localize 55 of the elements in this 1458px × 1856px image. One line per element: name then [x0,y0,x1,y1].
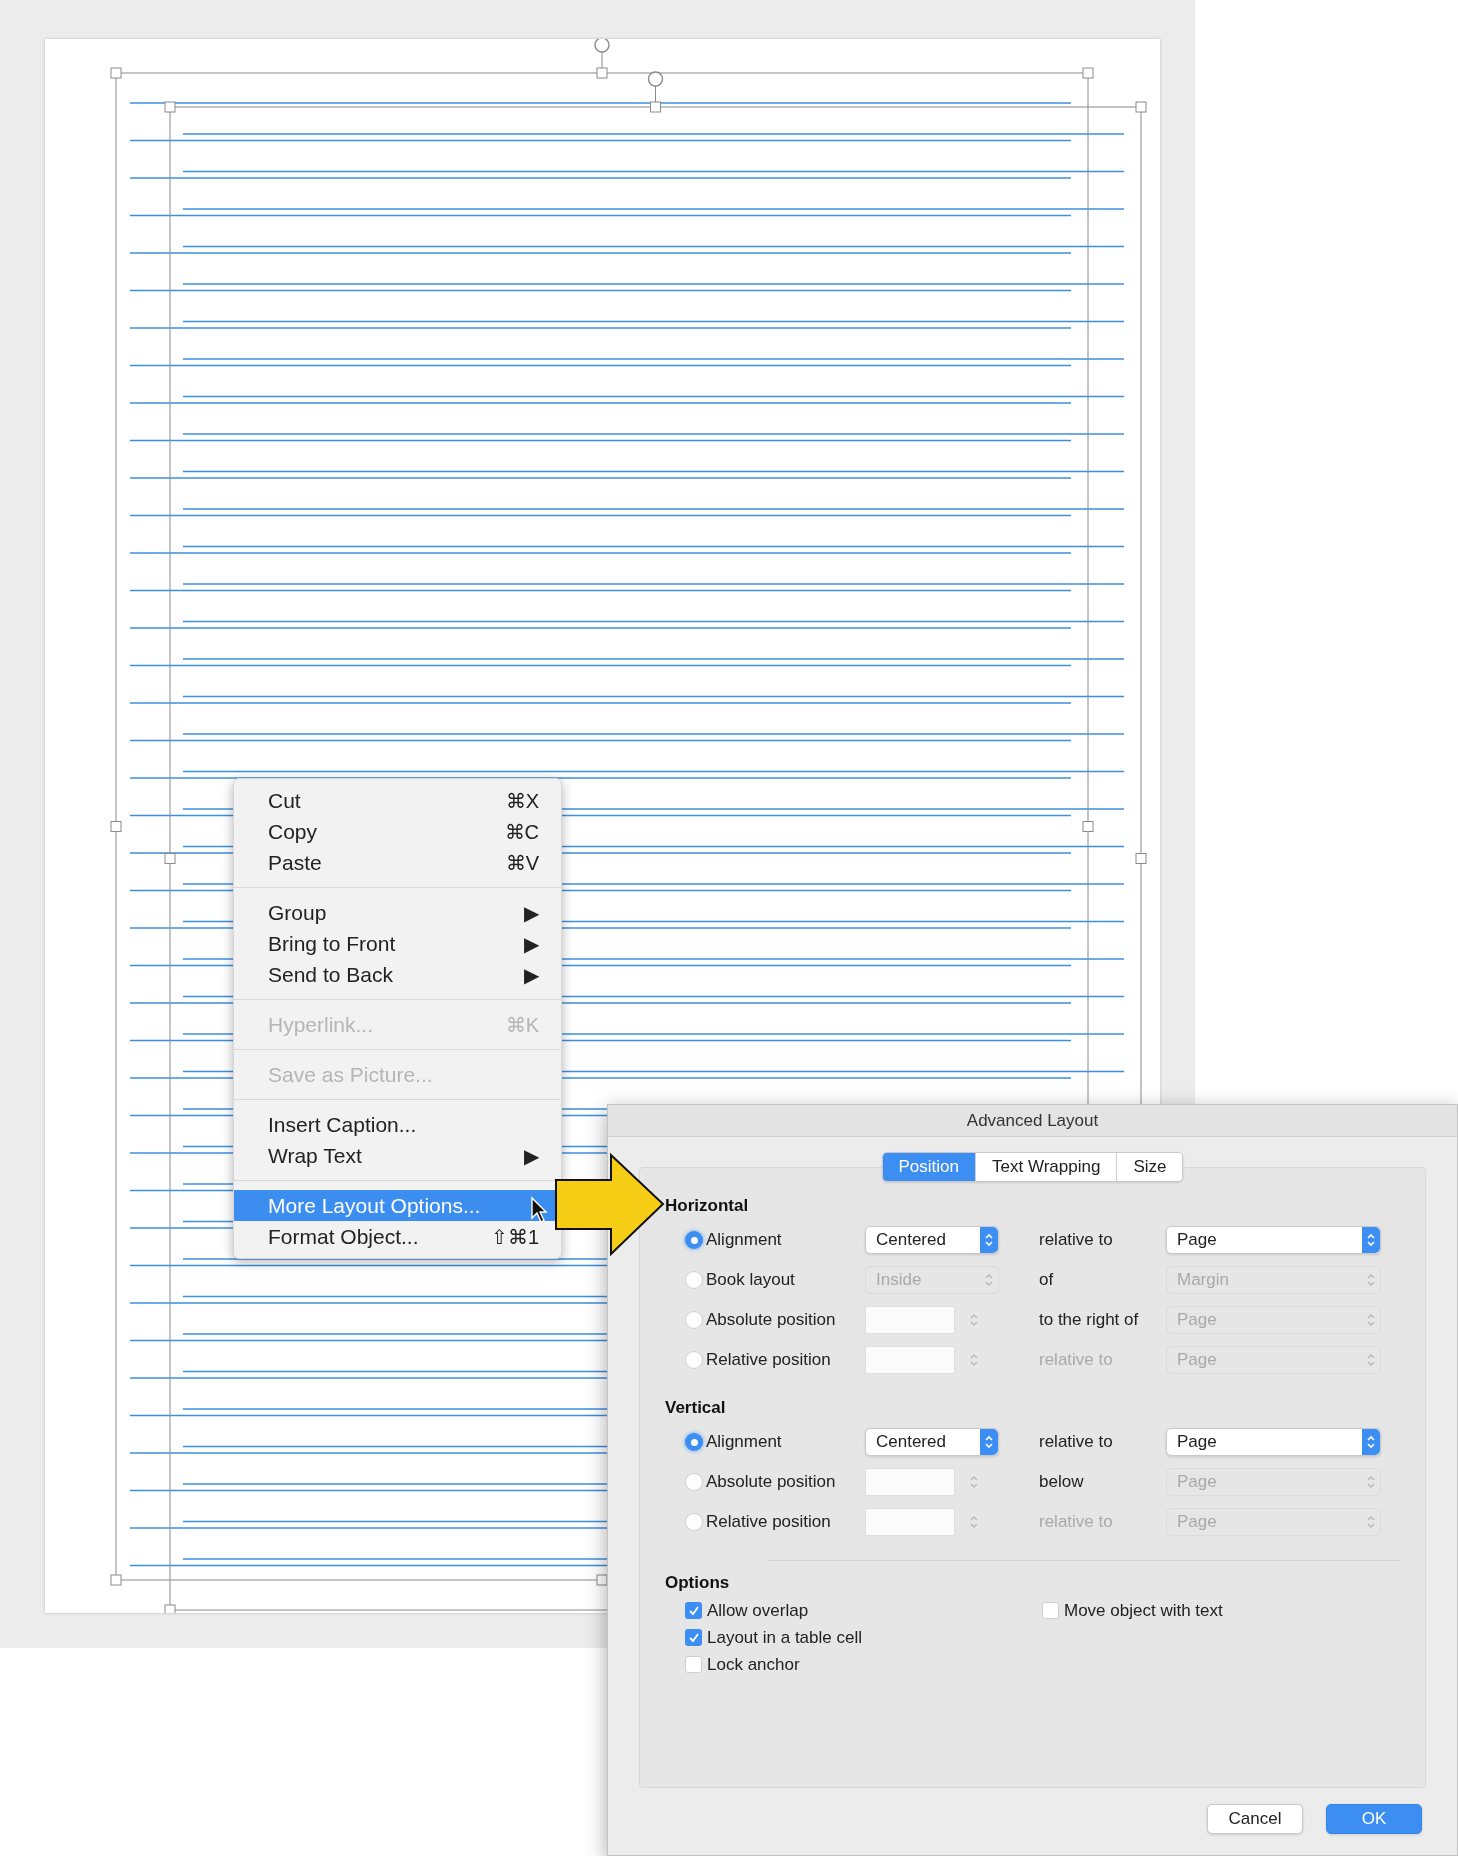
dropdown[interactable]: Centered [865,1428,999,1456]
option-label: Absolute position [706,1471,836,1494]
tab[interactable]: Text Wrapping [975,1153,1117,1181]
checkbox-label: Lock anchor [707,1653,800,1676]
option-label: Relative position [706,1349,831,1372]
option-label: Book layout [706,1269,795,1292]
tab[interactable]: Size [1116,1153,1183,1181]
relation-label: to the right of [1039,1309,1140,1332]
option-label: Absolute position [706,1309,836,1332]
radio-button[interactable] [685,1351,703,1369]
menu-item[interactable]: Format Object... ⇧⌘1 [234,1221,561,1252]
menu-item[interactable]: Copy ⌘C [234,816,561,847]
menu-item[interactable]: Cut ⌘X [234,785,561,816]
dialog-button[interactable]: Cancel [1207,1804,1303,1834]
radio-button[interactable] [685,1231,703,1249]
stepper-arrows-icon [1362,1429,1380,1455]
menu-item[interactable]: Wrap Text ▶ [234,1140,561,1171]
dropdown[interactable]: Page [1166,1226,1381,1254]
menu-item[interactable]: Insert Caption... [234,1109,561,1140]
dropdown[interactable]: Centered [865,1226,999,1254]
checkbox[interactable] [685,1656,702,1673]
checkbox-label: Layout in a table cell [707,1626,862,1649]
relation-label: of [1039,1269,1055,1292]
dropdown[interactable]: Page [1166,1428,1381,1456]
menu-item[interactable]: Bring to Front ▶ [234,928,561,959]
stepper-arrows-icon [980,1429,998,1455]
relation-label: relative to [1039,1349,1114,1372]
menu-item[interactable]: Send to Back ▶ [234,959,561,990]
relation-label: relative to [1039,1431,1114,1454]
radio-button[interactable] [685,1433,703,1451]
menu-item[interactable]: Group ▶ [234,897,561,928]
section-heading: Horizontal [665,1195,749,1218]
relation-label: relative to [1039,1229,1114,1252]
stepper-arrows-icon [980,1227,998,1253]
radio-button[interactable] [685,1513,703,1531]
option-label: Relative position [706,1511,831,1534]
option-label: Alignment [706,1431,782,1454]
section-heading: Vertical [665,1397,726,1420]
checkbox[interactable] [1042,1602,1059,1619]
checkbox-label: Move object with text [1064,1599,1223,1622]
section-heading: Options [665,1572,730,1595]
radio-button[interactable] [685,1271,703,1289]
pointing-arrow-icon [555,1153,665,1256]
mouse-pointer-icon [530,1196,548,1224]
window-title: Advanced Layout [966,1109,1099,1132]
relation-label: below [1039,1471,1085,1494]
checkbox[interactable] [685,1629,702,1646]
radio-button[interactable] [685,1311,703,1329]
option-label: Alignment [706,1229,782,1252]
stepper-arrows-icon [1362,1227,1380,1253]
radio-button[interactable] [685,1473,703,1491]
relation-label: relative to [1039,1511,1114,1534]
menu-item[interactable]: Paste ⌘V [234,847,561,878]
checkbox-label: Allow overlap [707,1599,809,1622]
checkbox[interactable] [685,1602,702,1619]
